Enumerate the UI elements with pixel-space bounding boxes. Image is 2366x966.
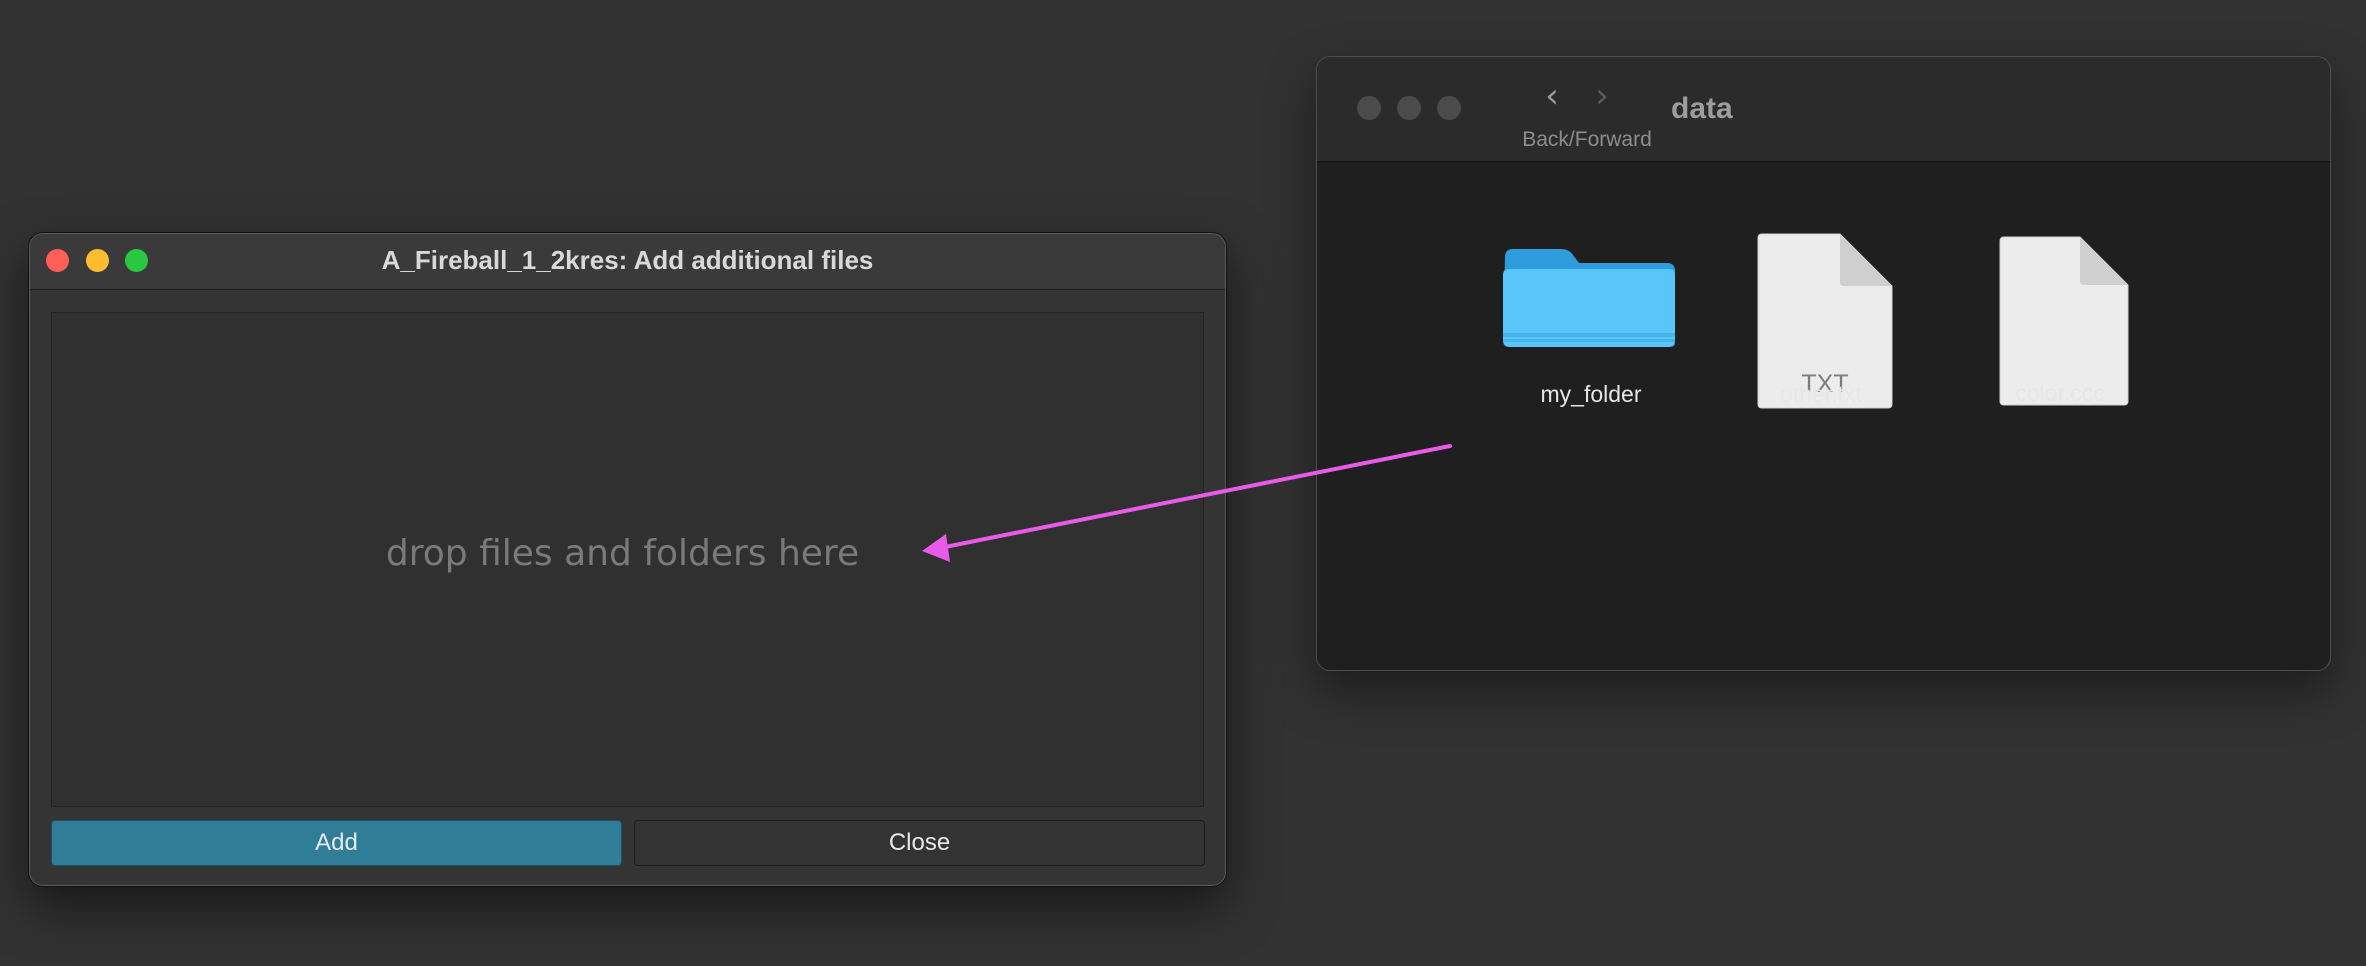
file-label: other.txt	[1780, 381, 1862, 407]
file-label: color.ccc	[2015, 380, 2105, 406]
add-files-dialog: A_Fireball_1_2kres: Add additional files…	[29, 233, 1226, 886]
finder-toolbar: ‹ › Back/Forward data	[1317, 57, 2330, 162]
file-item-other-txt[interactable]: TXT other.txt	[1721, 232, 1921, 409]
add-button[interactable]: Add	[51, 820, 622, 866]
dialog-titlebar[interactable]: A_Fireball_1_2kres: Add additional files	[30, 234, 1225, 290]
close-button[interactable]: Close	[634, 820, 1205, 866]
dialog-title: A_Fireball_1_2kres: Add additional files	[381, 245, 874, 275]
finder-zoom-button[interactable]	[1437, 96, 1461, 120]
finder-minimize-button[interactable]	[1397, 96, 1421, 120]
chevron-right-icon[interactable]: ›	[1587, 79, 1617, 115]
file-label: my_folder	[1540, 381, 1642, 407]
finder-window: ‹ › Back/Forward data my_folder TXT othe…	[1316, 56, 2331, 671]
folder-icon	[1503, 249, 1675, 347]
desktop: ‹ › Back/Forward data my_folder TXT othe…	[0, 0, 2366, 966]
drop-zone-hint: drop files and folders here	[385, 533, 860, 574]
drop-zone[interactable]: drop files and folders here	[51, 312, 1204, 807]
file-item-my-folder[interactable]: my_folder	[1491, 247, 1691, 407]
finder-folder-title: data	[1671, 92, 1733, 125]
chevron-left-icon[interactable]: ‹	[1537, 79, 1567, 115]
finder-close-button[interactable]	[1357, 96, 1381, 120]
file-item-color-ccc[interactable]: color.ccc	[1960, 235, 2160, 407]
back-forward-label: Back/Forward	[1522, 128, 1652, 151]
